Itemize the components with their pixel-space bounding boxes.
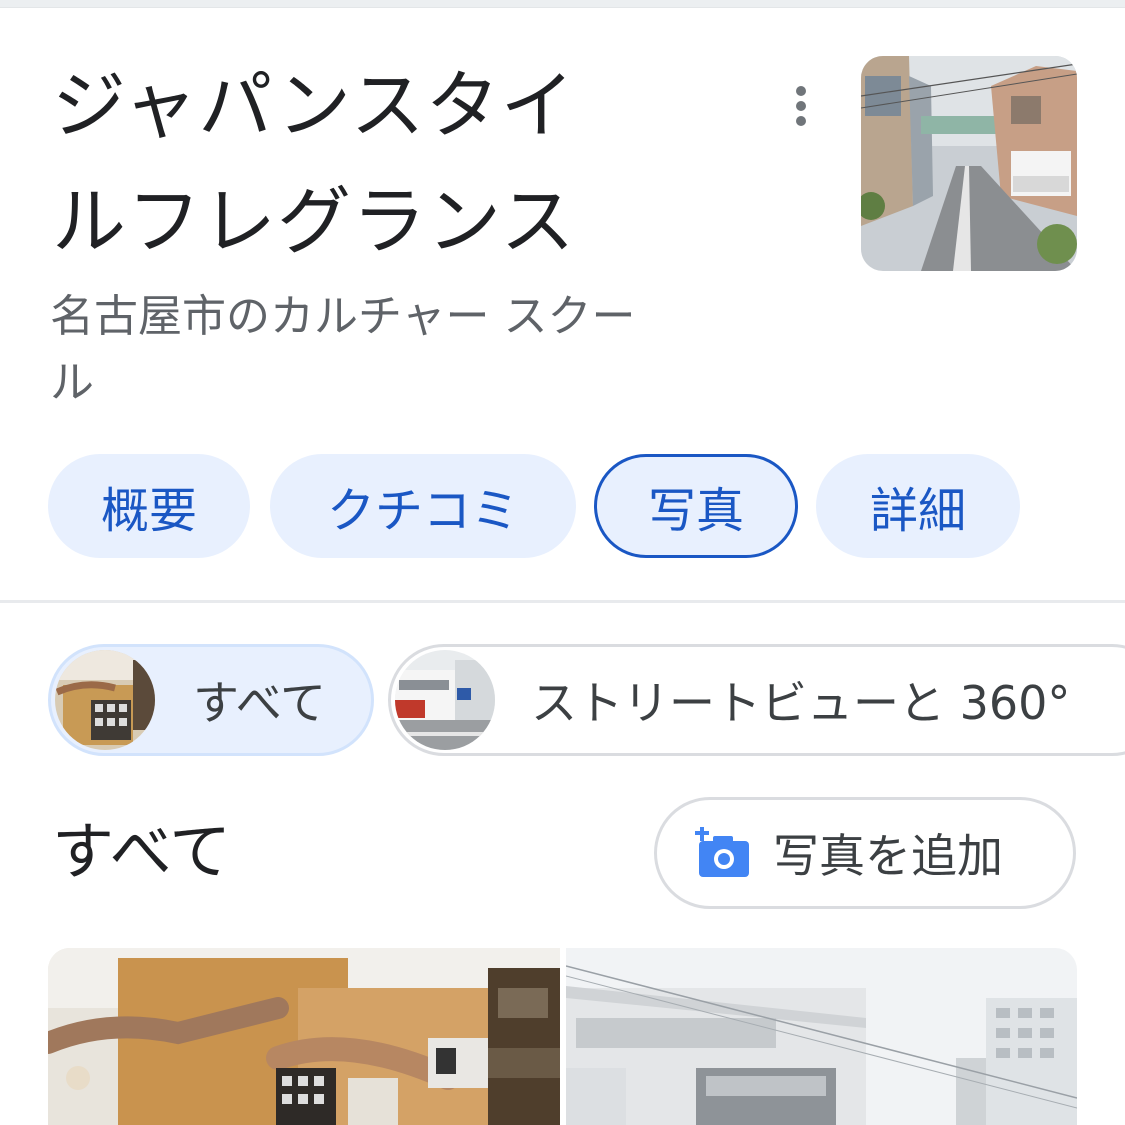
place-title: ジャパンスタイ ルフレグランス	[52, 48, 692, 280]
more-vert-icon	[796, 86, 806, 96]
filter-street-thumbnail	[395, 650, 495, 750]
more-options-button[interactable]	[780, 80, 822, 132]
filter-chip-street-view[interactable]: ストリートビューと 360°	[388, 644, 1125, 756]
tab-reviews[interactable]: クチコミ	[270, 454, 576, 558]
filter-chip-all[interactable]: すべて	[48, 644, 374, 756]
add-photo-button[interactable]: 写真を追加	[654, 797, 1076, 909]
place-title-line-2: ルフレグランス	[52, 179, 576, 265]
add-photo-label: 写真を追加	[773, 829, 1003, 883]
filter-chip-all-label: すべて	[193, 676, 326, 730]
photo-1-image	[48, 948, 560, 1125]
tab-details[interactable]: 詳細	[816, 454, 1020, 558]
street-thumbnail-image	[861, 56, 1077, 271]
top-divider	[0, 0, 1125, 8]
photo-tile-1[interactable]	[48, 948, 560, 1125]
place-category-line-1: 名古屋市のカルチャー スクー	[50, 291, 636, 342]
photo-tile-2[interactable]	[566, 948, 1077, 1125]
place-thumbnail[interactable]	[861, 56, 1077, 271]
place-category: 名古屋市のカルチャー スクー ル	[50, 284, 740, 416]
filter-chip-street-view-label: ストリートビューと 360°	[531, 676, 1071, 730]
tab-photos[interactable]: 写真	[594, 454, 798, 558]
add-photo-camera-icon	[695, 827, 749, 877]
more-vert-icon-dot	[796, 101, 806, 111]
place-title-line-1: ジャパンスタイ	[52, 63, 576, 149]
section-divider	[0, 600, 1125, 603]
place-category-line-2: ル	[50, 357, 94, 408]
photo-2-image	[566, 948, 1077, 1125]
tab-overview[interactable]: 概要	[48, 454, 250, 558]
filter-all-thumbnail	[55, 650, 155, 750]
more-vert-icon-dot	[796, 116, 806, 126]
photos-section-title: すべて	[52, 815, 232, 888]
